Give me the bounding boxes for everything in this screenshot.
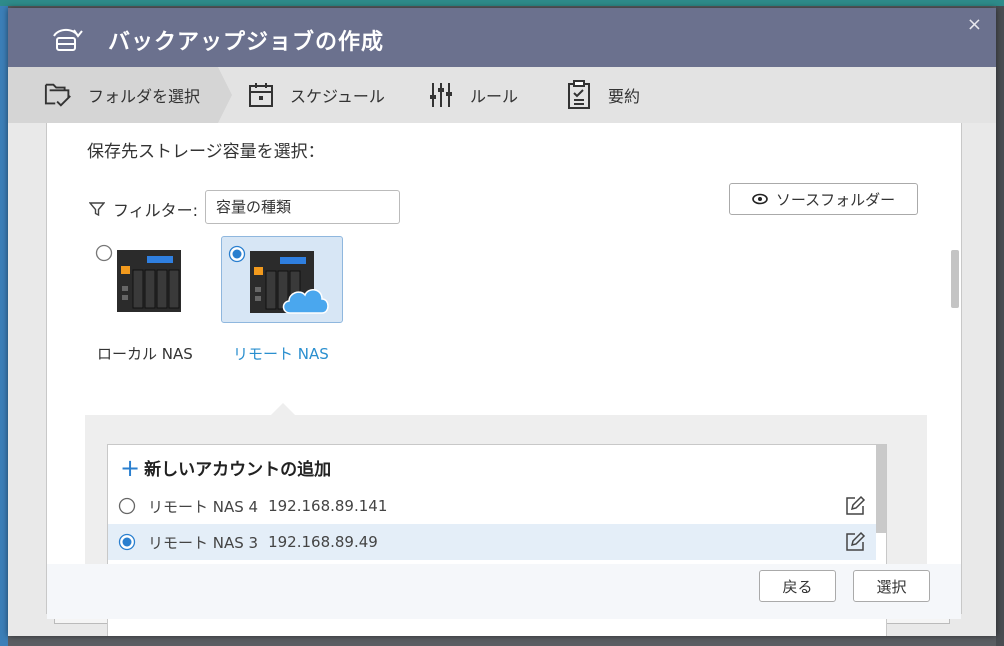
folder-check-icon xyxy=(44,80,74,110)
account-ip: 192.168.89.49 xyxy=(268,533,378,551)
panel-scrollbar[interactable] xyxy=(951,250,959,308)
step-summary[interactable]: 要約 xyxy=(564,67,640,123)
eye-icon xyxy=(752,193,768,205)
selection-pointer xyxy=(271,403,295,415)
edit-icon[interactable] xyxy=(844,495,866,517)
step-label: フォルダを選択 xyxy=(88,87,201,106)
filter-icon xyxy=(89,202,105,217)
background-app-left xyxy=(0,6,8,646)
account-row[interactable]: リモート NAS 4 192.168.89.141 xyxy=(108,488,876,524)
remote-nas-cloud-icon xyxy=(250,251,329,314)
close-icon[interactable]: × xyxy=(967,14,982,35)
step-select-folder[interactable]: フォルダを選択 xyxy=(44,67,200,123)
step-label: スケジュール xyxy=(290,87,385,106)
storage-option-local-nas[interactable] xyxy=(89,236,211,323)
add-account-button[interactable]: + 新しいアカウントの追加 xyxy=(120,453,332,482)
storage-option-remote-nas[interactable] xyxy=(221,236,343,323)
source-folder-button[interactable]: ソースフォルダー xyxy=(729,183,918,215)
step-label: ルール xyxy=(470,87,519,106)
clipboard-icon xyxy=(564,80,594,110)
filter-label: フィルター: xyxy=(113,201,199,220)
dialog-titlebar: バックアップジョブの作成 × xyxy=(8,8,996,67)
edit-icon[interactable] xyxy=(844,531,866,553)
calendar-icon xyxy=(246,80,276,110)
account-list-scrollbar[interactable] xyxy=(876,445,886,533)
backup-nas-icon xyxy=(53,28,83,51)
storage-option-label: ローカル NAS xyxy=(97,345,193,363)
local-nas-icon xyxy=(117,250,181,312)
account-row[interactable]: リモート NAS 3 192.168.89.49 xyxy=(108,524,876,560)
storage-option-label: リモート NAS xyxy=(233,345,329,363)
radio-selected[interactable] xyxy=(118,533,136,551)
select-button[interactable]: 選択 xyxy=(853,570,930,602)
dialog-footer: 戻る 選択 xyxy=(47,564,961,619)
step-schedule[interactable]: スケジュール xyxy=(246,67,385,123)
filter-input[interactable]: 容量の種類 xyxy=(205,190,400,224)
radio-unselected[interactable] xyxy=(95,244,113,262)
step-rules[interactable]: ルール xyxy=(426,67,518,123)
add-account-label: 新しいアカウントの追加 xyxy=(144,460,332,480)
sliders-icon xyxy=(426,80,456,110)
source-folder-label: ソースフォルダー xyxy=(775,190,896,209)
active-step-arrow xyxy=(218,67,232,123)
backup-job-dialog: バックアップジョブの作成 × フォルダを選択 スケジュール ルール 要約 保存先… xyxy=(8,8,996,636)
content-panel: 保存先ストレージ容量を選択： フィルター: 容量の種類 ソースフォルダー ローカ… xyxy=(46,123,962,636)
step-navigation: フォルダを選択 スケジュール ルール 要約 xyxy=(8,67,996,123)
plus-icon: + xyxy=(120,453,141,482)
background-app-right xyxy=(996,6,1004,646)
account-name: リモート NAS 3 xyxy=(148,533,259,552)
radio-unselected[interactable] xyxy=(118,497,136,515)
step-label: 要約 xyxy=(608,87,641,106)
account-ip: 192.168.89.141 xyxy=(268,497,388,515)
back-button[interactable]: 戻る xyxy=(759,570,836,602)
section-label: 保存先ストレージ容量を選択： xyxy=(87,142,325,162)
background-window-edge xyxy=(0,0,1004,6)
radio-selected[interactable] xyxy=(228,245,246,263)
account-name: リモート NAS 4 xyxy=(148,497,259,516)
dialog-title: バックアップジョブの作成 xyxy=(108,30,385,55)
